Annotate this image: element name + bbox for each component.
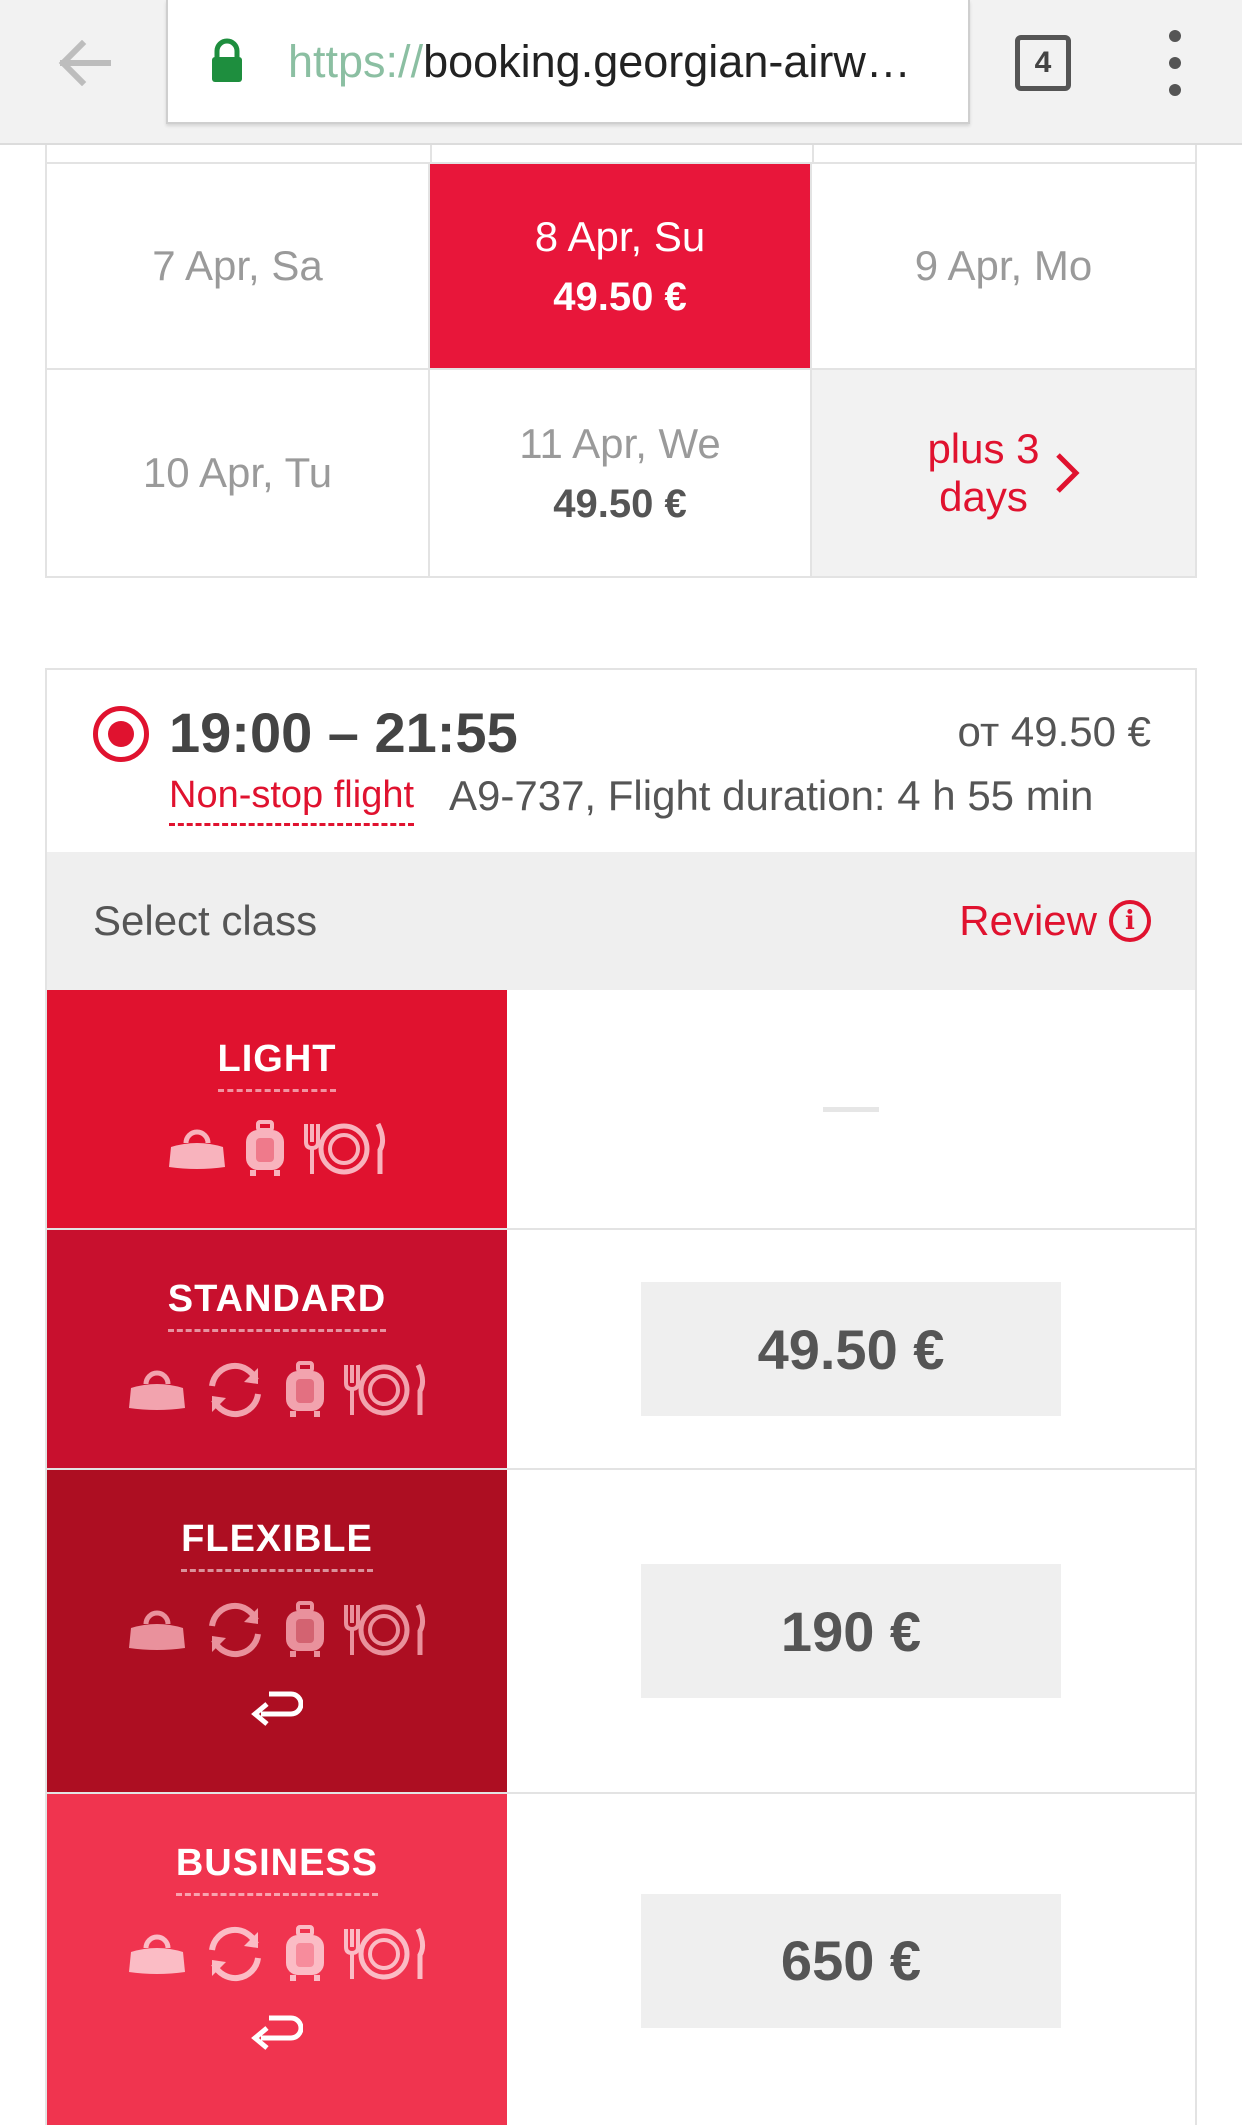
date-label: 7 Apr, Sa (152, 242, 323, 289)
fare-business[interactable]: BUSINESS (47, 1794, 507, 2125)
exchange-icon (209, 1362, 261, 1418)
address-bar[interactable]: https://booking.georgian-airw… (166, 0, 970, 124)
fare-flexible[interactable]: FLEXIBLE (47, 1470, 507, 1792)
refund-icon (251, 1688, 304, 1731)
carry-on-icon (286, 1601, 324, 1657)
nonstop-link[interactable]: Non-stop flight (169, 774, 415, 826)
fare-name: BUSINESS (175, 1842, 379, 1896)
lock-icon (210, 38, 244, 89)
flight-header[interactable]: 19:00 – 21:55 от 49.50 € Non-stop flight… (47, 670, 1195, 852)
unavailable-dash (823, 1106, 879, 1112)
fare-icons (126, 1600, 428, 1660)
exchange-icon (209, 1926, 261, 1982)
fare-business-price-cell: 650 € (507, 1794, 1195, 2125)
review-label: Review (959, 897, 1097, 944)
date-price: 49.50 € (553, 481, 687, 526)
date-selector: 7 Apr, Sa 8 Apr, Su 49.50 € 9 Apr, Mo 10… (45, 162, 1197, 578)
fare-name: FLEXIBLE (181, 1518, 373, 1572)
date-cell[interactable]: 10 Apr, Tu (47, 370, 430, 576)
tab-count: 4 (1034, 46, 1052, 79)
info-icon: i (1109, 900, 1151, 942)
meal-icon (344, 1927, 426, 1980)
bag-icon (129, 1934, 185, 1974)
date-cell[interactable]: 11 Apr, We 49.50 € (430, 370, 812, 576)
fare-icons (126, 1924, 428, 1984)
browser-toolbar: https://booking.georgian-airw… 4 (0, 0, 1242, 145)
bag-icon (129, 1610, 185, 1650)
chevron-right-icon (1055, 453, 1080, 493)
fare-standard[interactable]: STANDARD (47, 1230, 507, 1468)
fare-price-button[interactable]: 190 € (641, 1564, 1061, 1698)
fare-light-price-cell (507, 990, 1195, 1228)
date-label: 9 Apr, Mo (914, 242, 1093, 289)
carry-on-icon (246, 1120, 284, 1176)
date-label: 8 Apr, Su (534, 212, 706, 260)
select-class-label: Select class (93, 897, 318, 944)
flight-time: 19:00 – 21:55 (169, 701, 518, 764)
date-grid-top-edge (45, 145, 1197, 163)
bag-icon (129, 1370, 185, 1410)
url-text: https://booking.georgian-airw… (288, 36, 911, 87)
fare-icons (166, 1120, 388, 1178)
more-days-label: plus 3 days (927, 425, 1040, 520)
date-cell[interactable]: 9 Apr, Mo (812, 164, 1195, 370)
fare-name: LIGHT (217, 1038, 337, 1092)
fare-row-flexible: FLEXIBLE 190 € (47, 1470, 1195, 1794)
date-cell-selected[interactable]: 8 Apr, Su 49.50 € (430, 164, 812, 370)
carry-on-icon (286, 1925, 324, 1981)
overflow-menu-icon[interactable] (1160, 30, 1190, 96)
exchange-icon (209, 1602, 261, 1658)
date-cell[interactable]: 7 Apr, Sa (47, 164, 430, 370)
date-label: 11 Apr, We (519, 419, 721, 467)
fare-standard-price-cell: 49.50 € (507, 1230, 1195, 1468)
fare-row-business: BUSINESS 650 € (47, 1794, 1195, 2125)
review-link[interactable]: Review i (959, 852, 1151, 990)
more-days-button[interactable]: plus 3 days (812, 370, 1195, 576)
flight-from-price: от 49.50 € (957, 708, 1151, 755)
refund-icon (251, 2012, 304, 2055)
flight-info: A9-737, Flight duration: 4 h 55 min (449, 772, 1094, 819)
fare-price-button[interactable]: 49.50 € (641, 1282, 1061, 1416)
carry-on-icon (286, 1361, 324, 1417)
fare-row-standard: STANDARD 49.50 € (47, 1230, 1195, 1470)
fare-price-button[interactable]: 650 € (641, 1893, 1061, 2028)
select-class-bar: Select class Review i (47, 852, 1195, 990)
fare-icons (126, 1360, 428, 1420)
fare-light[interactable]: LIGHT (47, 990, 507, 1228)
tab-switcher-button[interactable]: 4 (1015, 35, 1071, 91)
meal-icon (304, 1122, 386, 1175)
bag-icon (169, 1129, 225, 1169)
date-price: 49.50 € (553, 274, 687, 319)
meal-icon (344, 1363, 426, 1416)
date-label: 10 Apr, Tu (142, 449, 333, 496)
fare-name: STANDARD (167, 1278, 387, 1332)
flight-card: 19:00 – 21:55 от 49.50 € Non-stop flight… (45, 668, 1197, 2125)
back-arrow-icon[interactable] (50, 28, 120, 98)
fare-flexible-price-cell: 190 € (507, 1470, 1195, 1792)
fare-row-light: LIGHT (47, 990, 1195, 1230)
flight-radio-selected[interactable] (93, 706, 149, 762)
meal-icon (344, 1603, 426, 1656)
